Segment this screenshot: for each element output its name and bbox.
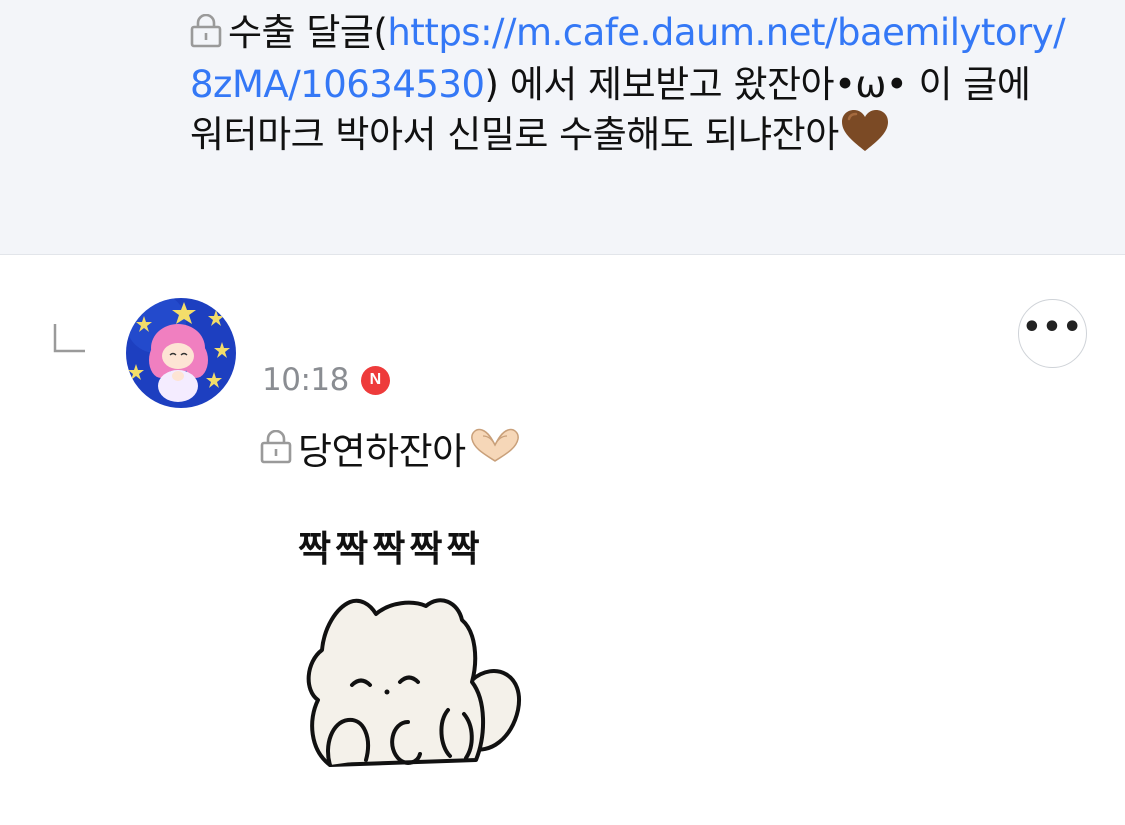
reply-meta: 10:18 N (262, 362, 390, 398)
avatar[interactable] (126, 298, 236, 408)
comment-thread: 수출 달글(https://m.cafe.daum.net/baemilytor… (0, 0, 1125, 825)
reply-text-row: 당연하잔아 (260, 425, 522, 478)
more-icon: ••• (1022, 309, 1083, 345)
reply-text: 당연하잔아 (298, 429, 466, 473)
reply-time: 10:18 (262, 362, 349, 398)
new-badge: N (360, 365, 390, 395)
parent-comment: 수출 달글(https://m.cafe.daum.net/baemilytor… (0, 0, 1125, 255)
clapping-cat-sticker[interactable]: 짝짝짝짝짝 (290, 510, 530, 780)
lock-icon (260, 427, 292, 477)
parent-text-before-link: 수출 달글( (228, 11, 388, 54)
heart-hands-icon (468, 425, 522, 478)
more-options-button[interactable]: ••• (1018, 299, 1087, 368)
reply-arrow-icon (53, 322, 87, 358)
cat-illustration (306, 598, 522, 767)
parent-comment-text: 수출 달글(https://m.cafe.daum.net/baemilytor… (190, 8, 1070, 165)
brown-heart-icon (841, 109, 889, 165)
lock-icon (190, 11, 222, 60)
